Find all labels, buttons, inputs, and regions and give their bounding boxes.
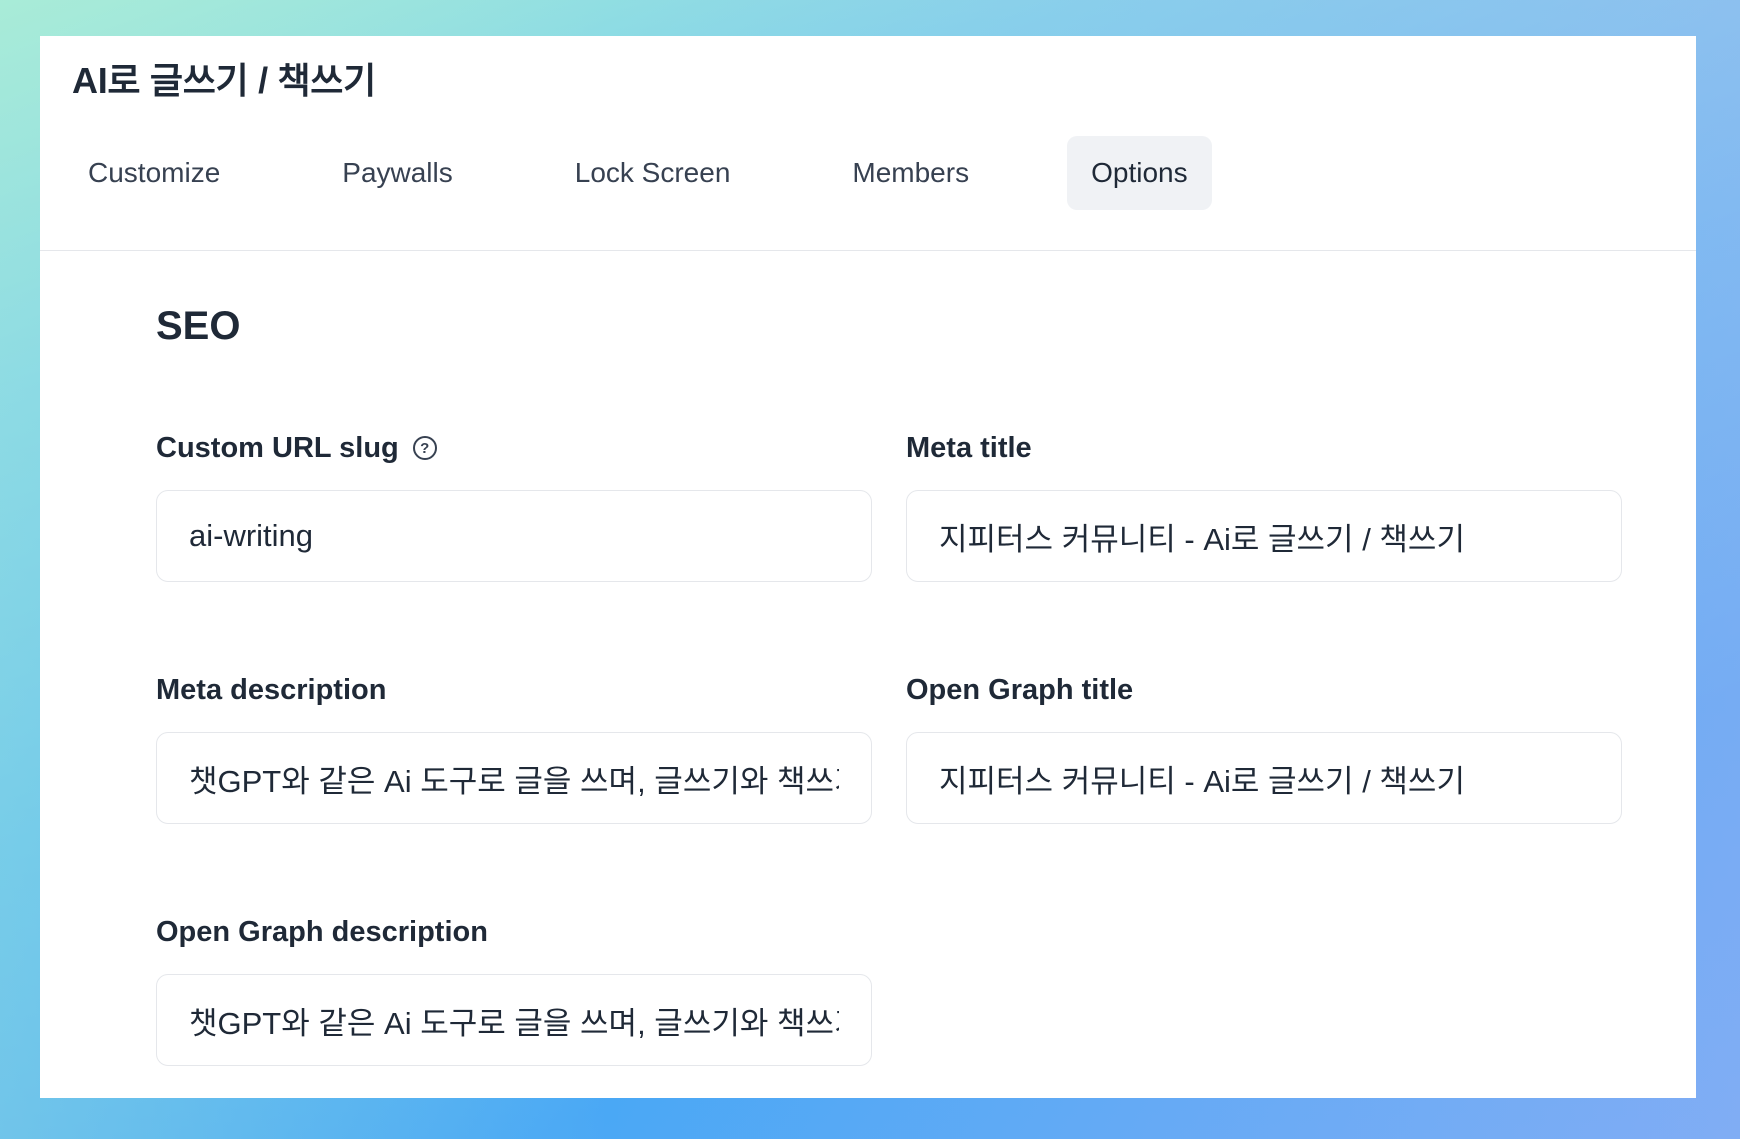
og-description-label: Open Graph description [156, 912, 872, 952]
meta-title-input[interactable] [906, 490, 1622, 582]
meta-description-field: Meta description [156, 670, 872, 824]
custom-url-slug-label: Custom URL slug ? [156, 428, 872, 468]
meta-title-label: Meta title [906, 428, 1622, 468]
og-description-field: Open Graph description [156, 912, 872, 1066]
og-title-field: Open Graph title [906, 670, 1622, 824]
og-title-label-text: Open Graph title [906, 673, 1134, 706]
tab-customize[interactable]: Customize [64, 136, 244, 210]
meta-description-label: Meta description [156, 670, 872, 710]
tab-bar: Customize Paywalls Lock Screen Members O… [64, 136, 1212, 210]
meta-description-label-text: Meta description [156, 673, 387, 706]
question-circle-icon[interactable]: ? [412, 436, 437, 460]
tab-members[interactable]: Members [828, 136, 993, 210]
meta-description-input[interactable] [156, 732, 872, 824]
page-title: AI로 글쓰기 / 책쓰기 [72, 60, 376, 101]
og-title-label: Open Graph title [906, 670, 1622, 710]
meta-title-field: Meta title [906, 428, 1622, 582]
meta-title-label-text: Meta title [906, 431, 1032, 464]
og-description-label-text: Open Graph description [156, 915, 488, 948]
custom-url-slug-label-text: Custom URL slug [156, 431, 399, 464]
section-title-seo: SEO [156, 304, 241, 348]
tab-divider [40, 250, 1696, 251]
tab-lock-screen[interactable]: Lock Screen [551, 136, 755, 210]
tab-options[interactable]: Options [1067, 136, 1212, 210]
og-title-input[interactable] [906, 732, 1622, 824]
tab-paywalls[interactable]: Paywalls [318, 136, 476, 210]
custom-url-slug-input[interactable] [156, 490, 872, 582]
settings-panel: AI로 글쓰기 / 책쓰기 Customize Paywalls Lock Sc… [40, 36, 1696, 1098]
custom-url-slug-field: Custom URL slug ? [156, 428, 872, 582]
og-description-input[interactable] [156, 974, 872, 1066]
